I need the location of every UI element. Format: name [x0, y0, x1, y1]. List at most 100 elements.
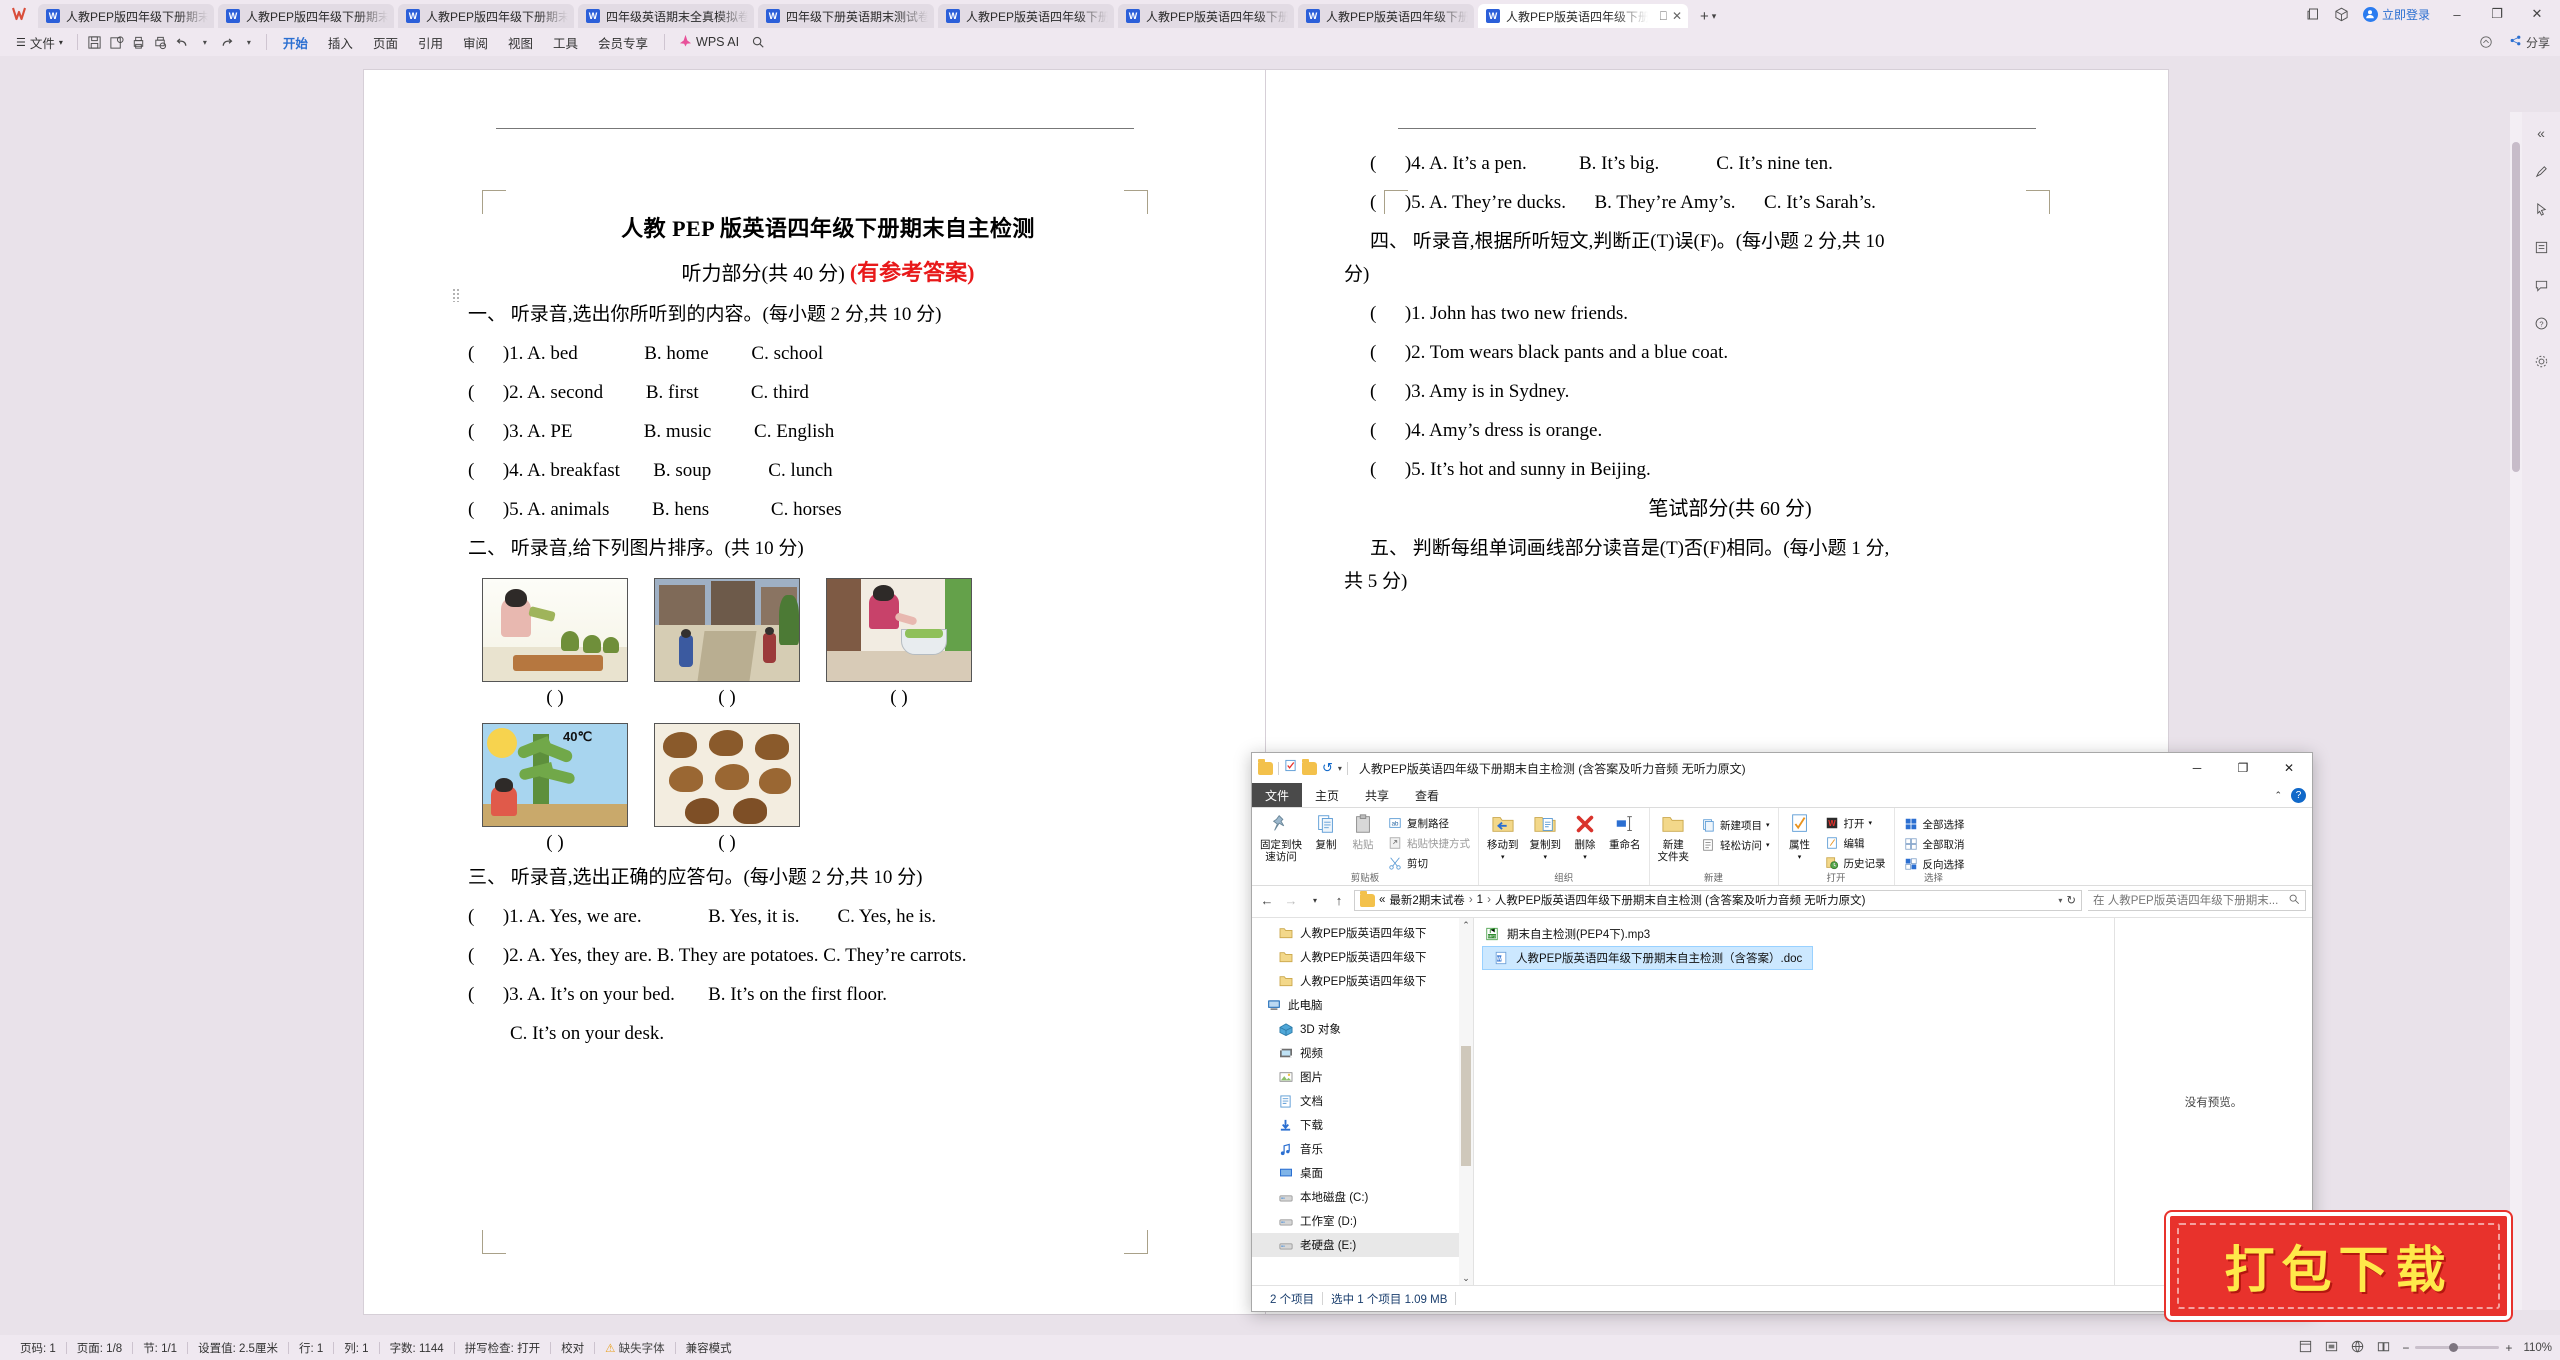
- sidebar-collapse-icon[interactable]: «: [2530, 122, 2552, 144]
- nav-item-2[interactable]: 人教PEP版英语四年级下: [1252, 969, 1473, 993]
- present-icon[interactable]: ⎕: [1660, 9, 1667, 24]
- explorer-minimize-button[interactable]: ─: [2174, 753, 2220, 783]
- nav-item-9[interactable]: 音乐: [1252, 1137, 1473, 1161]
- restore-button[interactable]: ❐: [2484, 1, 2510, 27]
- explorer-navigation-pane[interactable]: 人教PEP版英语四年级下 人教PEP版英语四年级下 人教PEP版英语四年级下 此电脑 3…: [1252, 918, 1474, 1285]
- select-none-button[interactable]: 全部取消: [1901, 835, 1967, 853]
- chevron-down-icon[interactable]: ▾: [1501, 853, 1505, 861]
- recent-locations-button[interactable]: ▾: [1306, 890, 1324, 910]
- forward-button[interactable]: →: [1282, 890, 1300, 910]
- paragraph-drag-handle[interactable]: [452, 288, 460, 302]
- chevron-down-icon[interactable]: ▾: [1869, 819, 1873, 827]
- ribbon-tab-5[interactable]: 视图: [498, 29, 543, 55]
- document-tab[interactable]: W 四年级英语期末全真模拟卷.doc: [578, 4, 754, 28]
- easy-access-button[interactable]: 轻松访问 ▾: [1698, 836, 1772, 854]
- nav-item-6[interactable]: 图片: [1252, 1065, 1473, 1089]
- ribbon-tab-7[interactable]: 会员专享: [588, 29, 658, 55]
- chevron-down-icon[interactable]: ▾: [1583, 853, 1587, 861]
- save-as-icon[interactable]: [106, 31, 128, 53]
- edit-button[interactable]: 编辑: [1822, 834, 1888, 852]
- status-item-10[interactable]: 兼容模式: [676, 1340, 742, 1356]
- file-menu-button[interactable]: ☰ 文件 ▾: [8, 33, 71, 52]
- highlighter-icon[interactable]: [2530, 160, 2552, 182]
- ribbon-tab-3[interactable]: 引用: [408, 29, 453, 55]
- breadcrumb-item[interactable]: 最新2期末试卷: [1389, 892, 1464, 908]
- status-item-6[interactable]: 字数: 1144: [380, 1340, 454, 1356]
- document-text-left[interactable]: 人教 PEP 版英语四年级下册期末自主检测 听力部分(共 40 分) (有参考答…: [468, 218, 1188, 1063]
- file-explorer-window[interactable]: ↺ ▾ 人教PEP版英语四年级下册期末自主检测 (含答案及听力音频 无听力原文)…: [1251, 752, 2313, 1312]
- new-tab-button[interactable]: + ▾: [1692, 4, 1724, 28]
- status-item-3[interactable]: 设置值: 2.5厘米: [188, 1340, 288, 1356]
- select-tool-icon[interactable]: [2530, 198, 2552, 220]
- breadcrumb-item[interactable]: 人教PEP版英语四年级下册期末自主检测 (含答案及听力音频 无听力原文): [1495, 892, 2054, 908]
- status-item-8[interactable]: 校对: [551, 1340, 594, 1356]
- copy-path-button[interactable]: ab 复制路径: [1385, 814, 1472, 832]
- ribbon-tab-0[interactable]: 开始: [273, 29, 318, 55]
- explorer-file-list[interactable]: MP3 期末自主检测(PEP4下).mp3 W 人教PEP版英语四年级下册期末自主检测…: [1474, 918, 2114, 1285]
- redo-icon[interactable]: [216, 31, 238, 53]
- new-folder-quick-icon[interactable]: [1302, 758, 1317, 775]
- help-icon[interactable]: ?: [2291, 788, 2306, 803]
- document-tab[interactable]: W 人教PEP版四年级下册期末阶段质量检: [38, 4, 214, 28]
- chevron-down-icon[interactable]: ▾: [1338, 764, 1342, 773]
- undo-quick-icon[interactable]: ↺: [1322, 760, 1333, 776]
- comment-icon[interactable]: [2530, 274, 2552, 296]
- back-button[interactable]: ←: [1258, 890, 1276, 910]
- status-item-4[interactable]: 行: 1: [289, 1340, 333, 1356]
- scrollbar-thumb[interactable]: [2512, 142, 2520, 472]
- breadcrumb-item[interactable]: 1: [1477, 894, 1483, 906]
- copy-window-icon[interactable]: [2306, 7, 2320, 21]
- copy-button[interactable]: 复制: [1311, 811, 1341, 851]
- delete-button[interactable]: 删除 ▾: [1570, 811, 1600, 861]
- document-tab[interactable]: W 人教PEP版四年级下册期末阶段质量检: [218, 4, 394, 28]
- status-item-5[interactable]: 列: 1: [334, 1340, 378, 1356]
- search-input[interactable]: 在 人教PEP版英语四年级下册期末...: [2093, 892, 2278, 908]
- nav-item-10[interactable]: 桌面: [1252, 1161, 1473, 1185]
- collapse-ribbon-icon[interactable]: [2475, 31, 2497, 53]
- chevron-down-icon[interactable]: ▾: [1543, 853, 1547, 861]
- explorer-menu-file[interactable]: 文件: [1252, 783, 1303, 807]
- properties-button[interactable]: 属性 ▾: [1785, 811, 1815, 861]
- nav-item-13[interactable]: 老硬盘 (E:): [1252, 1233, 1473, 1257]
- nav-scrollbar[interactable]: ⌃ ⌄: [1459, 918, 1473, 1285]
- status-item-2[interactable]: 节: 1/1: [133, 1340, 187, 1356]
- close-tab-icon[interactable]: ✕: [1672, 9, 1682, 23]
- zoom-slider[interactable]: − +: [2402, 1341, 2512, 1355]
- new-item-button[interactable]: 新建项目 ▾: [1698, 816, 1772, 834]
- undo-icon[interactable]: [172, 31, 194, 53]
- nav-item-11[interactable]: 本地磁盘 (C:): [1252, 1185, 1473, 1209]
- document-tab[interactable]: W 人教PEP版四年级下册期末阶段质量检: [398, 4, 574, 28]
- status-item-0[interactable]: 页码: 1: [10, 1340, 66, 1356]
- collapse-ribbon-icon[interactable]: ⌃: [2274, 790, 2282, 801]
- zoom-level-label[interactable]: 110%: [2523, 1342, 2552, 1354]
- explorer-maximize-button[interactable]: ❐: [2220, 753, 2266, 783]
- help-icon[interactable]: ?: [2530, 312, 2552, 334]
- ribbon-tab-6[interactable]: 工具: [543, 29, 588, 55]
- zoom-track[interactable]: [2415, 1343, 2500, 1352]
- open-button[interactable]: W 打开 ▾: [1822, 814, 1888, 832]
- nav-scrollbar-thumb[interactable]: [1461, 1046, 1471, 1166]
- document-tab[interactable]: W 人教PEP版英语四年级下册期末达标: [1298, 4, 1474, 28]
- nav-item-4[interactable]: 3D 对象: [1252, 1017, 1473, 1041]
- explorer-menu-view[interactable]: 查看: [1402, 783, 1452, 807]
- save-icon[interactable]: [84, 31, 106, 53]
- explorer-close-button[interactable]: ✕: [2266, 753, 2312, 783]
- rename-button[interactable]: 重命名: [1607, 811, 1643, 851]
- refresh-icon[interactable]: ↻: [2066, 893, 2076, 907]
- nav-item-0[interactable]: 人教PEP版英语四年级下: [1252, 921, 1473, 945]
- ribbon-tab-2[interactable]: 页面: [363, 29, 408, 55]
- up-button[interactable]: ↑: [1330, 890, 1348, 910]
- nav-item-1[interactable]: 人教PEP版英语四年级下: [1252, 945, 1473, 969]
- properties-quick-icon[interactable]: [1284, 759, 1297, 777]
- minimize-button[interactable]: –: [2444, 1, 2470, 27]
- zoom-out-button[interactable]: −: [2402, 1341, 2409, 1355]
- nav-item-7[interactable]: 文档: [1252, 1089, 1473, 1113]
- chevron-down-icon[interactable]: ▾: [1766, 821, 1770, 829]
- scroll-up-icon[interactable]: ⌃: [1459, 918, 1473, 932]
- document-page-left[interactable]: 人教 PEP 版英语四年级下册期末自主检测 听力部分(共 40 分) (有参考答…: [364, 70, 1266, 1314]
- view-reading-icon[interactable]: [2376, 1339, 2391, 1357]
- zoom-knob[interactable]: [2449, 1343, 2459, 1352]
- chevron-down-icon[interactable]: ▾: [1798, 853, 1802, 861]
- zoom-in-button[interactable]: +: [2505, 1341, 2512, 1355]
- ribbon-tab-1[interactable]: 插入: [318, 29, 363, 55]
